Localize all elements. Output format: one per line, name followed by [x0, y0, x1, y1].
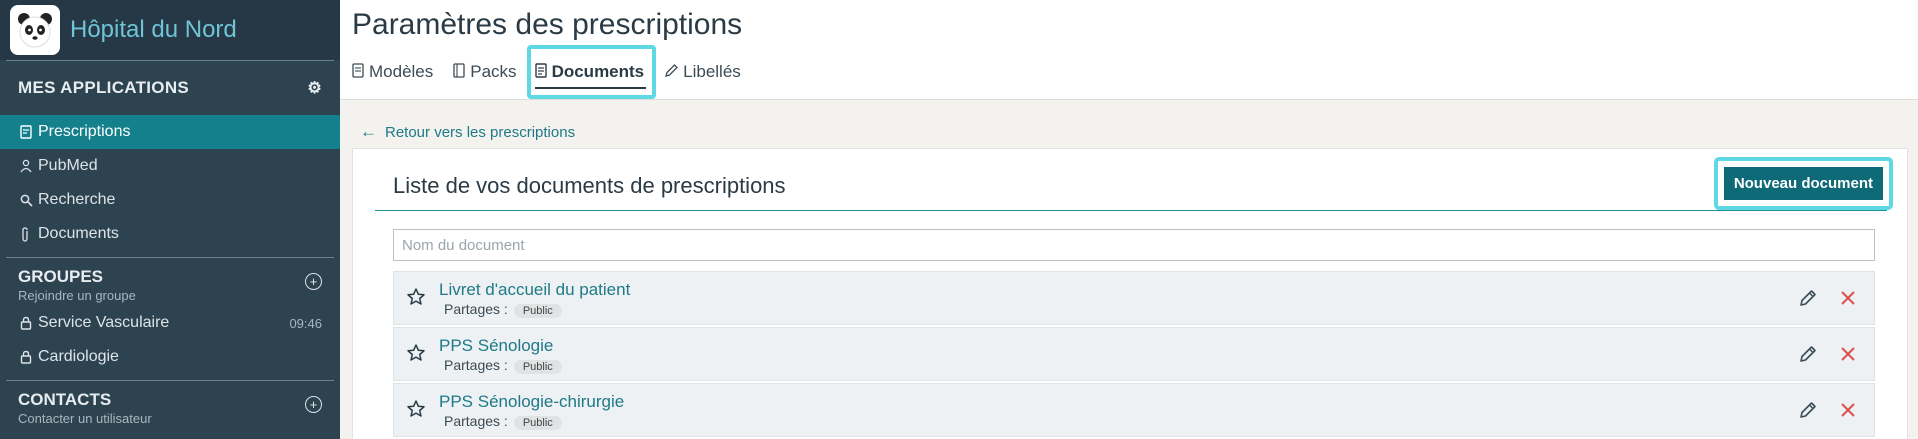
delete-icon[interactable]: [1838, 344, 1858, 364]
groups-section-title: GROUPES: [18, 267, 104, 286]
document-sharing: Partages : Public: [444, 301, 562, 318]
page-title: Paramètres des prescriptions: [352, 8, 743, 41]
sidebar-item-label: Service Vasculaire: [38, 314, 170, 331]
sidebar-group-cardiologie[interactable]: Cardiologie: [0, 340, 340, 374]
status-badge: Public: [513, 416, 562, 430]
document-sharing: Partages : Public: [444, 357, 562, 374]
document-name[interactable]: PPS Sénologie-chirurgie: [439, 392, 624, 412]
edit-icon[interactable]: [1798, 344, 1818, 364]
star-icon[interactable]: [406, 399, 426, 419]
tab-libelles[interactable]: Libellés: [664, 56, 741, 88]
page-header: Paramètres des prescriptions Modèles Pac…: [340, 0, 1918, 100]
share-label: Partages :: [444, 413, 508, 429]
document-search-input[interactable]: [393, 229, 1875, 261]
apps-section-header: MES APPLICATIONS ⚙: [0, 61, 340, 115]
template-icon: [352, 62, 365, 82]
tab-documents[interactable]: Documents: [526, 45, 657, 99]
sidebar: Hôpital du Nord MES APPLICATIONS ⚙ Presc…: [0, 0, 340, 439]
add-contact-icon[interactable]: +: [305, 396, 322, 413]
document-sharing: Partages : Public: [444, 413, 562, 430]
document-row[interactable]: PPS Sénologie Partages : Public: [393, 327, 1875, 381]
back-link-label: Retour vers les prescriptions: [385, 123, 576, 141]
search-icon: [20, 194, 38, 207]
status-badge: Public: [513, 360, 562, 374]
pencil-icon: [664, 63, 679, 82]
star-icon[interactable]: [406, 343, 426, 363]
tab-label: Modèles: [369, 62, 434, 81]
panda-logo[interactable]: [10, 5, 60, 55]
sidebar-item-label: Documents: [38, 225, 119, 242]
document-row[interactable]: PPS Sénologie-chirurgie Partages : Public: [393, 383, 1875, 437]
group-timestamp: 09:46: [289, 315, 322, 331]
lock-icon: [20, 316, 38, 330]
gear-icon[interactable]: ⚙: [307, 78, 322, 98]
star-icon[interactable]: [406, 287, 426, 307]
brand-bar: Hôpital du Nord: [0, 0, 340, 60]
sidebar-item-pubmed[interactable]: PubMed: [0, 149, 340, 183]
sidebar-item-label: Cardiologie: [38, 348, 119, 365]
tab-label: Libellés: [683, 62, 741, 81]
contacts-section-title: CONTACTS: [18, 390, 112, 409]
paperclip-icon: [20, 226, 38, 242]
document-row[interactable]: Livret d'accueil du patient Partages : Pu…: [393, 271, 1875, 325]
apps-section-title: MES APPLICATIONS: [18, 78, 190, 97]
new-document-highlight: Nouveau document: [1713, 157, 1893, 210]
hospital-name: Hôpital du Nord: [70, 16, 237, 43]
delete-icon[interactable]: [1838, 400, 1858, 420]
document-name[interactable]: PPS Sénologie: [439, 336, 553, 356]
sidebar-item-prescriptions[interactable]: Prescriptions: [0, 115, 340, 149]
status-badge: Public: [513, 304, 562, 318]
edit-icon[interactable]: [1798, 400, 1818, 420]
sidebar-item-label: Prescriptions: [38, 123, 131, 140]
arrow-left-icon: ←: [360, 122, 377, 141]
edit-icon[interactable]: [1798, 288, 1818, 308]
document-name[interactable]: Livret d'accueil du patient: [439, 280, 630, 300]
tab-label: Documents: [551, 62, 645, 81]
add-group-icon[interactable]: +: [305, 273, 322, 290]
lock-icon: [20, 350, 38, 364]
new-document-button[interactable]: Nouveau document: [1723, 167, 1883, 200]
sidebar-item-documents[interactable]: Documents: [0, 217, 340, 251]
prescription-icon: [20, 125, 38, 139]
pubmed-icon: [20, 159, 38, 173]
sidebar-item-recherche[interactable]: Recherche: [0, 183, 340, 217]
card-title: Liste de vos documents de prescriptions: [393, 173, 786, 198]
contacts-section-header: CONTACTS Contacter un utilisateur +: [0, 381, 340, 429]
share-label: Partages :: [444, 301, 508, 317]
pack-icon: [453, 62, 466, 82]
sidebar-item-label: Recherche: [38, 191, 116, 208]
delete-icon[interactable]: [1838, 288, 1858, 308]
tab-bar: Modèles Packs Documents Libellés: [352, 45, 1918, 99]
contacts-section-subtitle[interactable]: Contacter un utilisateur: [18, 411, 152, 426]
tab-packs[interactable]: Packs: [453, 56, 517, 88]
tab-label: Packs: [470, 62, 517, 81]
sidebar-item-label: PubMed: [38, 157, 98, 174]
sidebar-group-service-vasculaire[interactable]: Service Vasculaire 09:46: [0, 306, 340, 340]
documents-card: Liste de vos documents de prescriptions …: [352, 148, 1908, 439]
groups-section-subtitle[interactable]: Rejoindre un groupe: [18, 288, 136, 303]
back-link[interactable]: ← Retour vers les prescriptions: [360, 122, 575, 142]
document-icon: [534, 62, 548, 82]
main-content: Paramètres des prescriptions Modèles Pac…: [340, 0, 1918, 439]
share-label: Partages :: [444, 357, 508, 373]
groups-section-header: GROUPES Rejoindre un groupe +: [0, 258, 340, 306]
tab-modeles[interactable]: Modèles: [352, 56, 433, 88]
card-header: Liste de vos documents de prescriptions …: [375, 157, 1893, 211]
